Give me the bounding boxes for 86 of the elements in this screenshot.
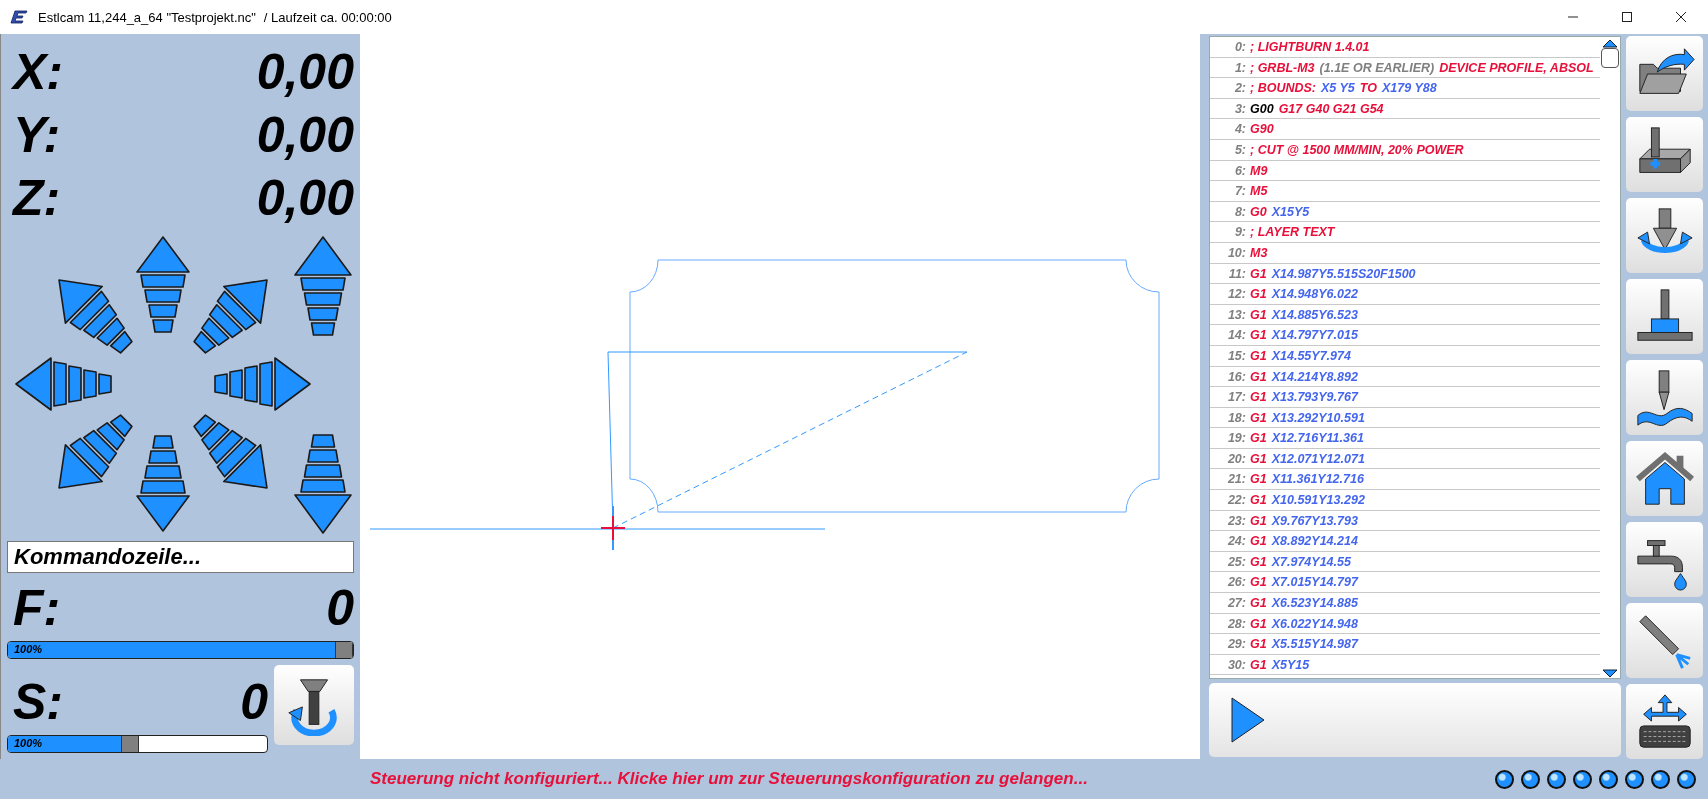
gcode-line[interactable]: 28: G1 X6.022Y14.948 <box>1210 613 1600 635</box>
tool-length-button[interactable] <box>1626 279 1703 354</box>
gcode-line[interactable]: 30: G1 X5Y15 <box>1210 654 1600 676</box>
jog-arrow-button[interactable] <box>136 236 190 333</box>
gcode-line[interactable]: 12: G1 X14.948Y6.022 <box>1210 284 1600 305</box>
gcode-line[interactable]: 2: ; BOUNDS: X5 Y5 TO X179 Y88 <box>1210 78 1600 99</box>
axis-value: 0,00 <box>256 42 354 101</box>
gcode-line[interactable]: 27: G1 X6.523Y14.885 <box>1210 593 1600 614</box>
gcode-line[interactable]: 9: ; LAYER TEXT <box>1210 222 1600 243</box>
play-button[interactable] <box>1209 683 1621 757</box>
play-icon <box>1231 697 1265 743</box>
command-field[interactable]: Kommandozeile... <box>7 541 354 573</box>
gcode-line[interactable]: 14: G1 X14.797Y7.015 <box>1210 325 1600 346</box>
jog-arrow-button[interactable] <box>58 279 133 354</box>
gcode-line[interactable]: 1: ; GRBL-M3 (1.1E OR EARLIER) DEVICE PROFILE, ABSOL <box>1210 57 1600 79</box>
status-led <box>1651 769 1670 789</box>
gcode-line[interactable]: 13: G1 X14.885Y6.523 <box>1210 304 1600 326</box>
feed-value: 0 <box>326 579 354 637</box>
status-led <box>1599 769 1618 789</box>
spindle-override-slider[interactable]: 100% <box>7 735 268 753</box>
air-blast-button[interactable] <box>1626 603 1703 678</box>
gcode-line[interactable]: 15: G1 X14.55Y7.974 <box>1210 345 1600 367</box>
keyboard-jog-button[interactable] <box>1626 684 1703 759</box>
gcode-line[interactable]: 7: M5 <box>1210 181 1600 202</box>
gcode-line[interactable]: 25: G1 X7.974Y14.55 <box>1210 551 1600 573</box>
status-led <box>1547 769 1566 789</box>
gcode-line[interactable]: 20: G1 X12.071Y12.071 <box>1210 448 1600 470</box>
runtime-label: / Laufzeit ca. 00:00:00 <box>263 9 392 25</box>
gcode-line[interactable]: 23: G1 X9.767Y13.793 <box>1210 510 1600 532</box>
gcode-line[interactable]: 22: G1 X10.591Y13.292 <box>1210 490 1600 511</box>
gcode-line[interactable]: 11: G1 X14.987Y5.515S20F1500 <box>1210 263 1600 285</box>
maximize-icon <box>1621 11 1633 23</box>
jog-arrow-button[interactable] <box>15 357 112 411</box>
feed-label: F: <box>12 579 61 637</box>
tool-change-button[interactable] <box>1626 198 1703 273</box>
axis-value: 0,00 <box>256 105 354 164</box>
gcode-line[interactable]: 5: ; CUT @ 1500 MM/MIN, 20% POWER <box>1210 139 1600 161</box>
scrollbar-thumb[interactable] <box>1601 48 1619 68</box>
gcode-line[interactable]: 17: G1 X13.793Y9.767 <box>1210 387 1600 408</box>
status-led <box>1521 769 1540 789</box>
gcode-line[interactable]: 4: G90 <box>1210 119 1600 140</box>
axis-label: X: <box>10 42 63 101</box>
status-led <box>1573 769 1592 789</box>
gcode-line[interactable]: 19: G1 X12.716Y11.361 <box>1210 428 1600 449</box>
gcode-line[interactable]: 16: G1 X14.214Y8.892 <box>1210 366 1600 388</box>
jog-arrow-button[interactable] <box>136 435 190 532</box>
gcode-line[interactable]: 10: M3 <box>1210 242 1600 264</box>
jog-arrow-button[interactable] <box>58 414 133 489</box>
gcode-line[interactable]: 26: G1 X7.015Y14.797 <box>1210 572 1600 594</box>
window-title: Estlcam 11,244_a_64 "Testprojekt.nc" <box>38 9 256 25</box>
workpiece-zero-button[interactable] <box>1626 117 1703 192</box>
gcode-line[interactable]: 6: M9 <box>1210 160 1600 182</box>
gcode-line[interactable]: 18: G1 X13.292Y10.591 <box>1210 407 1600 429</box>
open-file-button[interactable] <box>1626 36 1703 111</box>
spindle-button[interactable] <box>274 665 354 745</box>
gcode-line[interactable]: 24: G1 X8.892Y14.214 <box>1210 531 1600 552</box>
crosshair-marker <box>600 505 626 551</box>
override-label: 100% <box>14 737 43 749</box>
status-led <box>1677 769 1696 789</box>
engrave-button[interactable] <box>1626 360 1703 435</box>
gcode-line[interactable]: 3: G00 G17 G40 G21 G54 <box>1210 98 1600 120</box>
gcode-line[interactable]: 29: G1 X5.515Y14.987 <box>1210 634 1600 655</box>
axis-label: Z: <box>11 168 61 227</box>
slider-thumb[interactable] <box>335 642 353 658</box>
slider-thumb[interactable] <box>121 736 140 752</box>
home-button[interactable] <box>1626 441 1703 516</box>
close-icon <box>1675 11 1687 23</box>
jog-arrow-button[interactable] <box>214 357 311 411</box>
feed-override-slider[interactable]: 100% <box>7 641 354 659</box>
spindle-label: S: <box>12 673 63 731</box>
status-led <box>1495 769 1514 789</box>
z-down-button[interactable] <box>294 434 352 534</box>
gcode-line[interactable]: 8: G0 X15Y5 <box>1210 201 1600 223</box>
axis-value: 0,00 <box>256 168 354 227</box>
app-icon <box>10 9 30 25</box>
gcode-line[interactable]: 21: G1 X11.361Y12.716 <box>1210 469 1600 491</box>
gcode-line[interactable]: 0: ; LIGHTBURN 1.4.01 <box>1210 37 1600 58</box>
coolant-button[interactable] <box>1626 522 1703 597</box>
override-label: 100% <box>14 643 43 655</box>
jog-arrow-button[interactable] <box>193 279 268 354</box>
spindle-value: 0 <box>240 673 268 731</box>
z-up-button[interactable] <box>294 236 352 336</box>
status-led <box>1625 769 1644 789</box>
axis-label: Y: <box>12 105 61 164</box>
jog-arrow-button[interactable] <box>193 414 268 489</box>
scroll-down-icon[interactable] <box>1602 669 1618 678</box>
